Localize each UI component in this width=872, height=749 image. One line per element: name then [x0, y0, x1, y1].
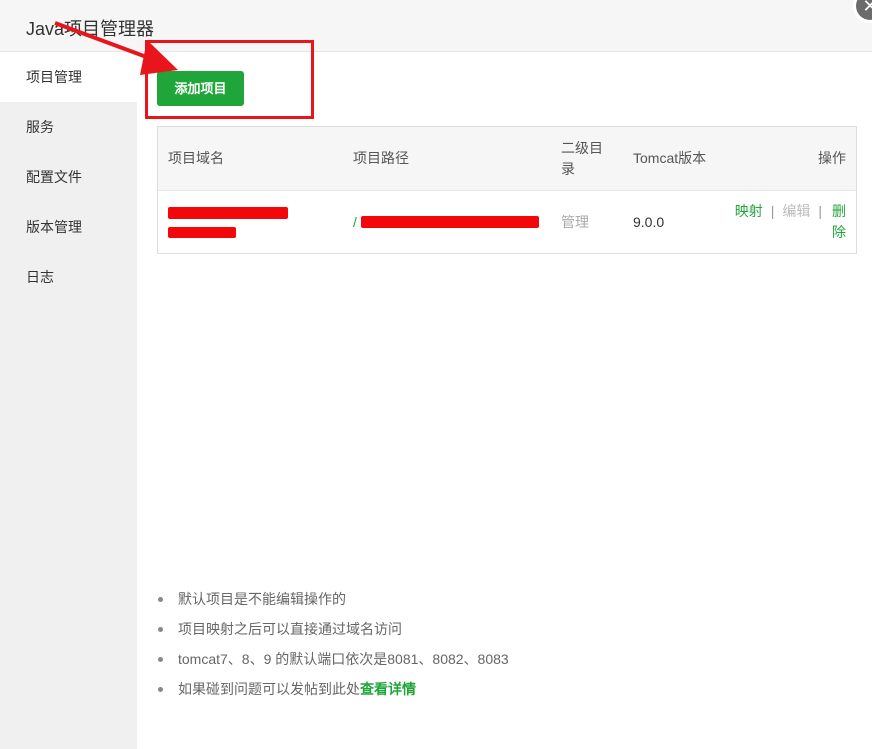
- ops-separator: |: [818, 203, 822, 219]
- header-path: 项目路径: [353, 150, 409, 166]
- bullet-icon: [158, 627, 163, 632]
- bullet-icon: [158, 687, 163, 692]
- sidebar-item-version-management[interactable]: 版本管理: [0, 202, 137, 252]
- note-text: 如果碰到问题可以发帖到此处: [178, 681, 360, 697]
- header-domain: 项目域名: [168, 150, 224, 166]
- sidebar-item-service[interactable]: 服务: [0, 102, 137, 152]
- note-text: 项目映射之后可以直接通过域名访问: [178, 621, 402, 637]
- cell-tomcat-version: 9.0.0: [633, 213, 665, 230]
- ops-separator: |: [770, 203, 775, 219]
- sidebar-item-config-file[interactable]: 配置文件: [0, 152, 137, 202]
- table-row: / 管理 9.0.0 映射 | 编辑 | 删除: [158, 191, 856, 253]
- header-ops: 操作: [818, 150, 846, 166]
- header-subdir: 二级目录: [561, 139, 603, 177]
- cell-ops: 映射 | 编辑 | 删除: [717, 191, 856, 253]
- note-text: 默认项目是不能编辑操作的: [178, 591, 346, 607]
- window-title: Java项目管理器: [26, 19, 155, 39]
- title-bar: Java项目管理器: [0, 0, 872, 52]
- edit-button[interactable]: 编辑: [782, 201, 810, 222]
- path-prefix: /: [353, 213, 357, 230]
- list-item: 项目映射之后可以直接通过域名访问: [157, 614, 509, 644]
- help-notes: 默认项目是不能编辑操作的 项目映射之后可以直接通过域名访问 tomcat7、8、…: [157, 584, 509, 704]
- table-header: 项目域名 项目路径 二级目录 Tomcat版本 操作: [158, 127, 856, 191]
- bullet-icon: [158, 597, 163, 602]
- redacted-domain-line2: [168, 227, 236, 238]
- sidebar: 项目管理 服务 配置文件 版本管理 日志: [0, 52, 137, 749]
- project-table: 项目域名 项目路径 二级目录 Tomcat版本 操作 / 管理 9.0.0 映射…: [157, 126, 857, 254]
- delete-button[interactable]: 删除: [830, 201, 846, 243]
- redacted-path: [361, 216, 539, 228]
- list-item: 如果碰到问题可以发帖到此处查看详情: [157, 674, 509, 704]
- view-details-link[interactable]: 查看详情: [360, 681, 416, 697]
- add-project-button[interactable]: 添加项目: [157, 71, 244, 106]
- bullet-icon: [158, 657, 163, 662]
- main-panel: 添加项目 项目域名 项目路径 二级目录 Tomcat版本 操作 / 管理 9.0…: [137, 40, 872, 749]
- cell-path: /: [343, 191, 551, 253]
- sidebar-item-project-management[interactable]: 项目管理: [0, 52, 137, 102]
- list-item: tomcat7、8、9 的默认端口依次是8081、8082、8083: [157, 644, 509, 674]
- list-item: 默认项目是不能编辑操作的: [157, 584, 509, 614]
- note-text: tomcat7、8、9 的默认端口依次是8081、8082、8083: [178, 651, 509, 667]
- cell-subdir[interactable]: 管理: [551, 191, 623, 253]
- sidebar-item-log[interactable]: 日志: [0, 252, 137, 302]
- cell-domain: [158, 191, 343, 253]
- map-button[interactable]: 映射: [735, 201, 763, 222]
- redacted-domain: [168, 207, 288, 219]
- header-tomcat: Tomcat版本: [633, 150, 707, 166]
